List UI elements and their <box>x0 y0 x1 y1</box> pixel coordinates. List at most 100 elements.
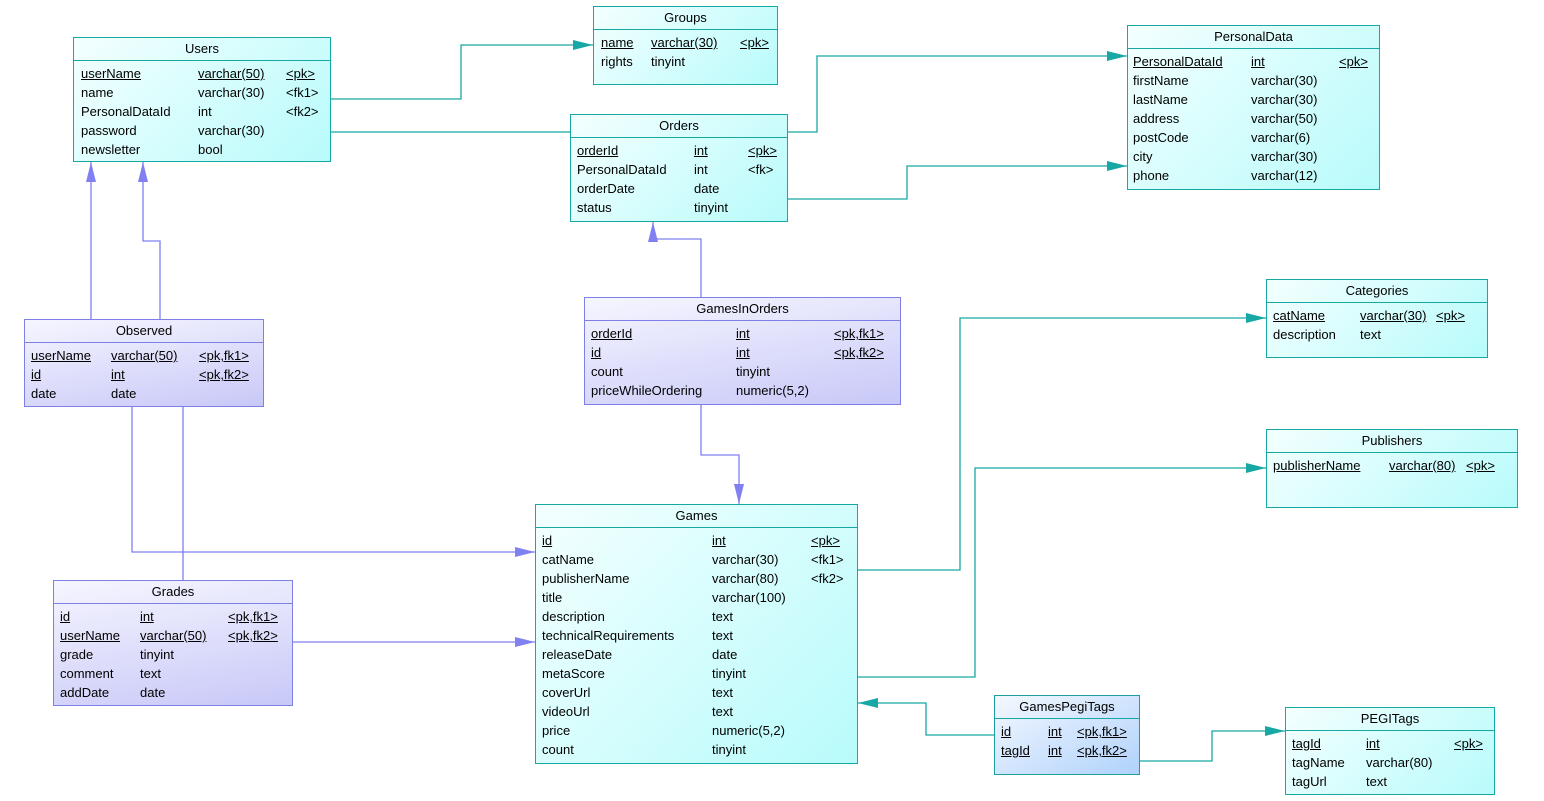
column-row[interactable]: userName varchar(50) <pk,fk2> <box>60 626 286 645</box>
column-row[interactable]: orderDate date <box>577 179 781 198</box>
column-row[interactable]: postCode varchar(6) <box>1133 128 1373 147</box>
column-name: id <box>1001 724 1012 739</box>
column-name: password <box>81 123 137 138</box>
column-row[interactable]: count tinyint <box>591 362 894 381</box>
column-row[interactable]: name varchar(30) <fk1> <box>80 83 324 102</box>
column-row[interactable]: status tinyint <box>577 198 781 217</box>
column-row[interactable]: publisherName varchar(80) <fk2> <box>542 569 851 588</box>
column-type: text <box>712 609 733 624</box>
column-row[interactable]: orderId int <pk> <box>577 141 781 160</box>
column-row[interactable]: comment text <box>60 664 286 683</box>
column-row[interactable]: userName varchar(50) <pk> <box>80 64 324 83</box>
column-row[interactable]: id int <pk> <box>542 531 851 550</box>
entity-games[interactable]: Games id int <pk> catName varchar(30) <fk1> pub… <box>535 504 858 764</box>
column-row[interactable]: description text <box>542 607 851 626</box>
column-row[interactable]: userName varchar(50) <pk,fk1> <box>31 346 257 365</box>
link-games-publishers <box>858 467 1266 678</box>
entity-title: Orders <box>571 115 787 138</box>
column-row[interactable]: firstName varchar(30) <box>1133 71 1373 90</box>
column-row[interactable]: releaseDate date <box>542 645 851 664</box>
column-row[interactable]: phone varchar(12) <box>1133 166 1373 185</box>
column-row[interactable]: PersonalDataId int <pk> <box>1133 52 1373 71</box>
column-type: tinyint <box>736 364 770 379</box>
column-row[interactable]: count tinyint <box>542 740 851 759</box>
entity-title: Publishers <box>1267 430 1517 453</box>
column-name: name <box>601 35 634 50</box>
column-row[interactable]: tagUrl text <box>1292 772 1488 791</box>
column-type: int <box>198 104 212 119</box>
entity-orders[interactable]: Orders orderId int <pk> PersonalDataId int <fk… <box>570 114 788 222</box>
entity-observed[interactable]: Observed userName varchar(50) <pk,fk1> id int… <box>24 319 264 407</box>
column-row[interactable]: tagName varchar(80) <box>1292 753 1488 772</box>
entity-users[interactable]: Users userName varchar(50) <pk> name varchar(… <box>73 37 331 162</box>
column-row[interactable]: lastName varchar(30) <box>1133 90 1373 109</box>
entity-groups[interactable]: Groups name varchar(30) <pk> rights tinyint <box>593 6 778 85</box>
column-row[interactable]: rights tinyint <box>600 52 771 71</box>
column-type: text <box>712 628 733 643</box>
column-key: <fk1> <box>286 85 319 100</box>
column-name: date <box>31 386 57 401</box>
entity-personaldata[interactable]: PersonalData PersonalDataId int <pk> firstNa… <box>1127 25 1380 190</box>
column-row[interactable]: tagId int <pk,fk2> <box>1001 741 1133 760</box>
column-type: int <box>1048 743 1062 758</box>
entity-title: GamesPegiTags <box>995 696 1139 719</box>
column-row[interactable]: id int <pk,fk2> <box>31 365 257 384</box>
entity-title: Users <box>74 38 330 61</box>
column-type: date <box>712 647 738 662</box>
column-row[interactable]: city varchar(30) <box>1133 147 1373 166</box>
column-row[interactable]: price numeric(5,2) <box>542 721 851 740</box>
column-row[interactable]: newsletter bool <box>80 140 324 159</box>
column-row[interactable]: addDate date <box>60 683 286 702</box>
column-row[interactable]: password varchar(30) <box>80 121 324 140</box>
entity-gamespegitags[interactable]: GamesPegiTags id int <pk,fk1> tagId int <pk,fk… <box>994 695 1140 775</box>
column-name: name <box>81 85 114 100</box>
column-row[interactable]: title varchar(100) <box>542 588 851 607</box>
column-list: publisherName varchar(80) <pk> <box>1267 453 1517 475</box>
column-list: name varchar(30) <pk> rights tinyint <box>594 30 777 71</box>
column-row[interactable]: videoUrl text <box>542 702 851 721</box>
column-row[interactable]: date date <box>31 384 257 403</box>
column-row[interactable]: publisherName varchar(80) <pk> <box>1273 456 1511 475</box>
column-name: price <box>542 723 571 738</box>
column-type: tinyint <box>651 54 685 69</box>
entity-publishers[interactable]: Publishers publisherName varchar(80) <pk> <box>1266 429 1518 508</box>
column-row[interactable]: name varchar(30) <pk> <box>600 33 771 52</box>
column-row[interactable]: metaScore tinyint <box>542 664 851 683</box>
column-row[interactable]: technicalRequirements text <box>542 626 851 645</box>
entity-title: GamesInOrders <box>585 298 900 321</box>
column-name: count <box>542 742 574 757</box>
column-row[interactable]: description text <box>1273 325 1481 344</box>
entity-categories[interactable]: Categories catName varchar(30) <pk> descript… <box>1266 279 1488 358</box>
column-key: <pk,fk2> <box>228 628 278 643</box>
column-row[interactable]: grade tinyint <box>60 645 286 664</box>
column-type: int <box>1048 724 1062 739</box>
column-row[interactable]: PersonalDataId int <fk2> <box>80 102 324 121</box>
column-row[interactable]: tagId int <pk> <box>1292 734 1488 753</box>
column-row[interactable]: catName varchar(30) <fk1> <box>542 550 851 569</box>
link-games-categories-arrowhead-icon <box>1246 313 1266 323</box>
column-list: catName varchar(30) <pk> description text <box>1267 303 1487 344</box>
column-name: PersonalDataId <box>577 162 667 177</box>
column-type: varchar(50) <box>1251 111 1318 126</box>
column-key: <pk> <box>1454 736 1483 751</box>
column-row[interactable]: orderId int <pk,fk1> <box>591 324 894 343</box>
column-row[interactable]: id int <pk,fk1> <box>60 607 286 626</box>
entity-gamesinorders[interactable]: GamesInOrders orderId int <pk,fk1> id int <pk,… <box>584 297 901 405</box>
column-row[interactable]: coverUrl text <box>542 683 851 702</box>
column-row[interactable]: id int <pk,fk2> <box>591 343 894 362</box>
column-row[interactable]: address varchar(50) <box>1133 109 1373 128</box>
entity-grades[interactable]: Grades id int <pk,fk1> userName varchar(50) <p… <box>53 580 293 706</box>
column-row[interactable]: catName varchar(30) <pk> <box>1273 306 1481 325</box>
column-name: userName <box>31 348 91 363</box>
column-name: firstName <box>1133 73 1189 88</box>
column-name: city <box>1133 149 1153 164</box>
column-name: lastName <box>1133 92 1188 107</box>
column-key: <pk> <box>286 66 315 81</box>
entity-pegitags[interactable]: PEGITags tagId int <pk> tagName varchar(80) ta… <box>1285 707 1495 795</box>
column-row[interactable]: id int <pk,fk1> <box>1001 722 1133 741</box>
link-gamesinorders-orders <box>652 222 702 297</box>
column-row[interactable]: priceWhileOrdering numeric(5,2) <box>591 381 894 400</box>
column-type: text <box>712 704 733 719</box>
column-row[interactable]: PersonalDataId int <fk> <box>577 160 781 179</box>
column-name: count <box>591 364 623 379</box>
